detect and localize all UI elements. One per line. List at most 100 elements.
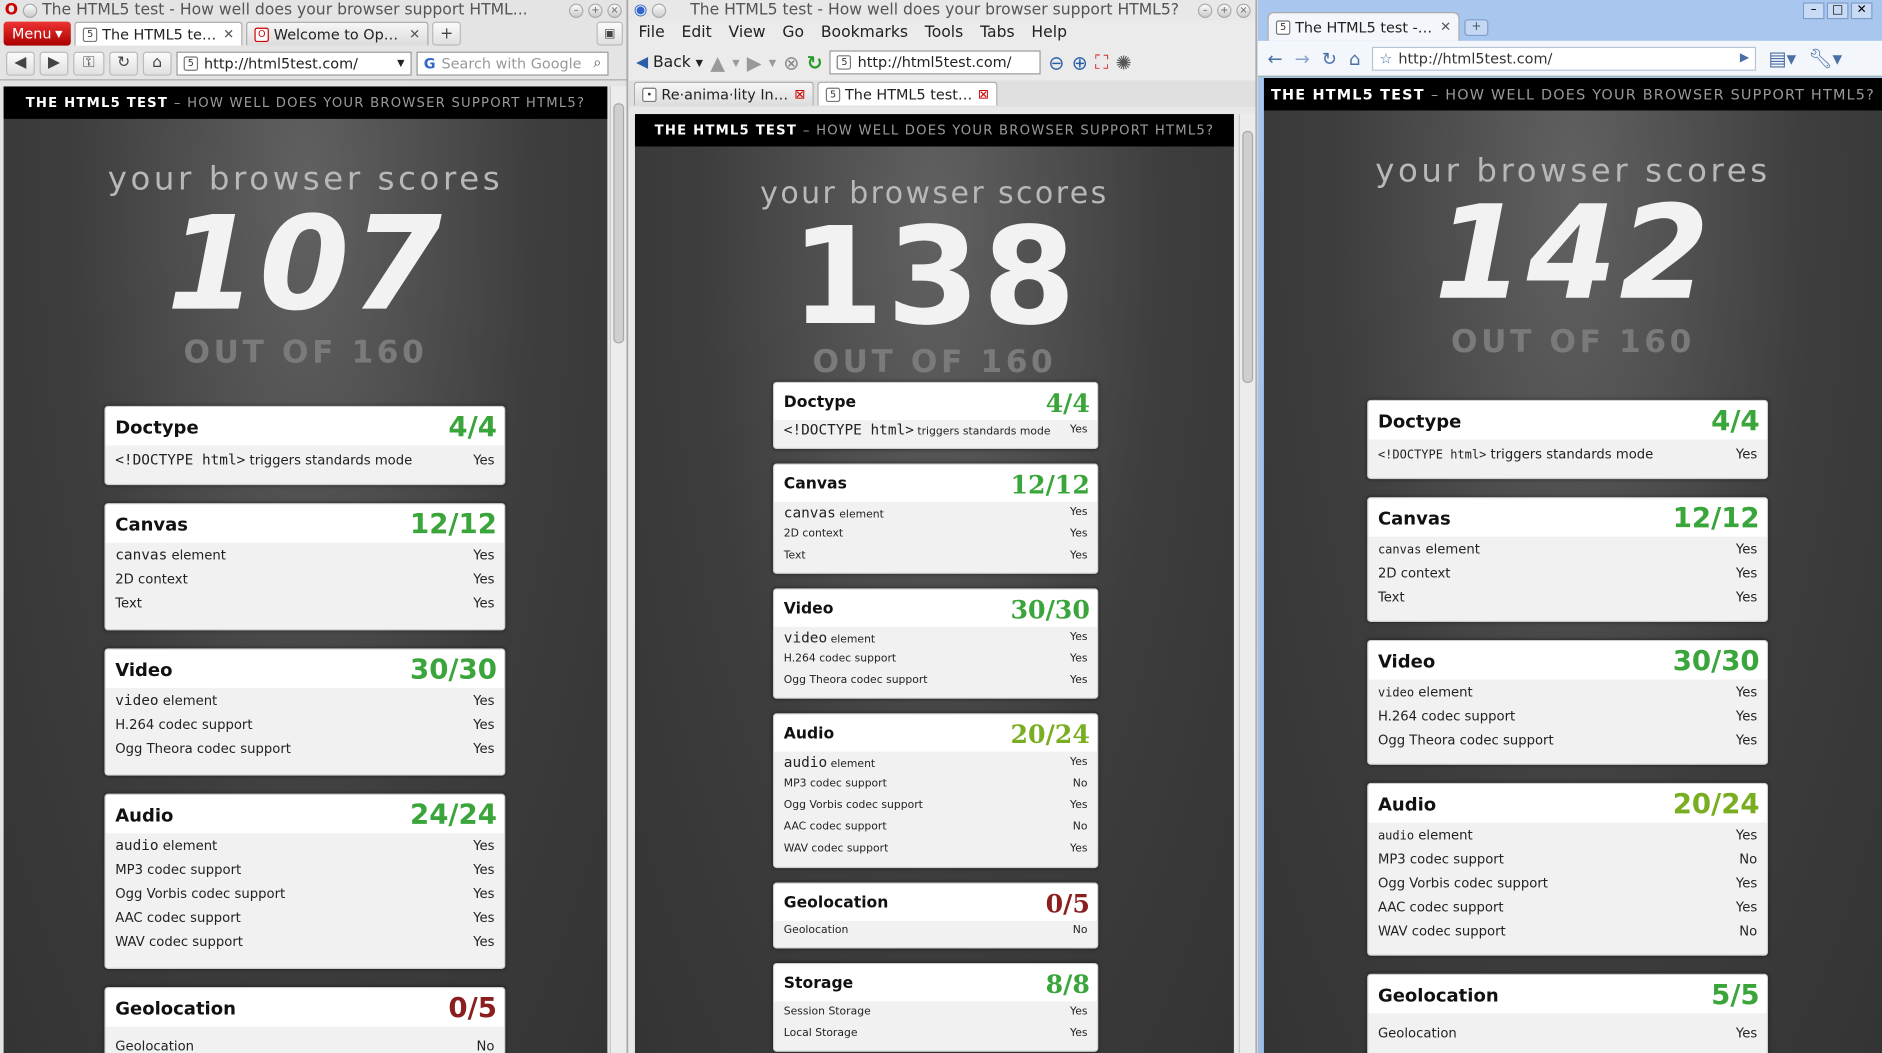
out-of-label: OUT OF 160 <box>1451 324 1695 361</box>
back-arrow-icon[interactable]: ← <box>1268 47 1283 69</box>
konqueror-results: Doctype 4/4 <!DOCTYPE html> triggers stan… <box>772 381 1099 1053</box>
opera-minimize-button[interactable]: – <box>568 3 584 18</box>
back-arrow-icon: ◀ <box>636 53 649 72</box>
konqueror-address-bar[interactable]: 5 http://html5test.com/ <box>829 50 1042 75</box>
opera-score: 107 <box>166 189 445 340</box>
scrollbar-thumb[interactable] <box>1242 130 1254 384</box>
menu-view[interactable]: View <box>729 23 766 41</box>
reload-icon[interactable]: ↻ <box>1322 47 1337 69</box>
category-audio: Audio 20/24 audio element Yes MP3 codec su… <box>1367 782 1769 956</box>
opera-window-title: The HTML5 test - How well does your brow… <box>42 1 528 20</box>
category-doctype: Doctype 4/4 <!DOCTYPE html> triggers stan… <box>1367 399 1769 480</box>
zoom-out-icon[interactable]: ⊖ <box>1048 51 1064 74</box>
konqueror-close-button[interactable]: × <box>1236 3 1251 18</box>
google-icon: G <box>423 54 436 72</box>
menu-file[interactable]: File <box>639 23 665 41</box>
wrench-icon[interactable]: 🔧︎▾ <box>1808 47 1842 70</box>
chevron-down-icon: ▼ <box>55 28 63 40</box>
opera-search-field[interactable]: G Search with Google ⌕ <box>416 51 609 76</box>
chevron-down-icon[interactable]: ▼ <box>397 58 404 69</box>
chevron-down-icon[interactable]: ▼ <box>769 57 776 68</box>
chrome-minimize-button[interactable]: – <box>1802 2 1825 20</box>
star-icon[interactable]: ☆ <box>1379 50 1392 67</box>
forward-arrow-icon[interactable]: ▶ <box>747 51 762 74</box>
konqueror-tab-html5test[interactable]: 5 The HTML5 test -... ⊠ <box>817 81 998 106</box>
back-button[interactable]: ◀ Back ▼ <box>636 53 703 71</box>
page-menu-icon[interactable]: ▤▾ <box>1768 47 1796 70</box>
category-geolocation: Geolocation 5/5 Geolocation Yes <box>1367 973 1769 1053</box>
konqueror-maximize-button[interactable]: + <box>1217 3 1232 18</box>
close-icon[interactable]: ⊠ <box>978 86 989 102</box>
konqueror-tab-reanimality[interactable]: •Re·anima·lity Inc. ...⊠ <box>633 81 814 106</box>
page-header: THE HTML5 TEST – HOW WELL DOES YOUR BROW… <box>3 86 608 119</box>
search-icon[interactable]: ⌕ <box>593 54 601 72</box>
opera-scrollbar[interactable] <box>609 86 627 1053</box>
close-icon[interactable]: ✕ <box>1440 19 1451 35</box>
menu-tools[interactable]: Tools <box>925 23 963 41</box>
chrome-omnibox[interactable]: ☆ http://html5test.com/▶ <box>1372 46 1757 71</box>
opera-tab-html5test[interactable]: 5The HTML5 test - ...✕ <box>74 21 243 46</box>
back-arrow-icon[interactable]: ◀ <box>6 51 35 76</box>
page-header: THE HTML5 TEST – HOW WELL DOES YOUR BROW… <box>1263 78 1882 111</box>
close-icon[interactable]: ⊠ <box>794 86 805 102</box>
chrome-window: 5The HTML5 test - Ho...✕ + – □ ✕ ← → ↻ ⌂… <box>1257 0 1882 1053</box>
menu-edit[interactable]: Edit <box>681 23 711 41</box>
chevron-down-icon[interactable]: ▼ <box>732 57 739 68</box>
konqueror-score: 138 <box>790 199 1079 356</box>
menu-go[interactable]: Go <box>782 23 804 41</box>
menu-help[interactable]: Help <box>1031 23 1067 41</box>
opera-close-button[interactable]: × <box>607 3 622 18</box>
home-icon[interactable]: ⌂ <box>142 51 172 76</box>
opera-window: O The HTML5 test - How well does your br… <box>0 0 628 1053</box>
category-video: Video 30/30 video element Yes H.264 codec … <box>1367 639 1769 765</box>
forward-arrow-icon[interactable]: ▶ <box>39 51 69 76</box>
chrome-tab-html5test[interactable]: 5The HTML5 test - Ho...✕ <box>1267 12 1460 41</box>
chrome-close-button[interactable]: ✕ <box>1850 2 1873 20</box>
html5-favicon-icon: 5 <box>837 55 852 70</box>
reload-icon[interactable]: ↻ <box>109 51 139 76</box>
konqueror-minimize-button[interactable]: – <box>1197 3 1213 18</box>
reload-icon[interactable]: ↻ <box>807 51 823 74</box>
menu-bookmarks[interactable]: Bookmarks <box>821 23 908 41</box>
close-icon[interactable]: ✕ <box>223 26 234 42</box>
chrome-page: THE HTML5 TEST – HOW WELL DOES YOUR BROW… <box>1263 78 1882 1053</box>
new-tab-button[interactable]: + <box>1464 19 1489 37</box>
key-icon[interactable]: ⚿ <box>73 51 105 76</box>
out-of-label: OUT OF 160 <box>183 334 428 372</box>
konqueror-scrollbar[interactable] <box>1238 114 1256 1053</box>
minimize-circle-icon[interactable] <box>652 3 667 18</box>
html5-favicon-icon: 5 <box>82 27 98 42</box>
chevron-down-icon[interactable]: ▼ <box>696 57 703 68</box>
new-tab-button[interactable]: + <box>432 21 462 46</box>
opera-titlebar: O The HTML5 test - How well does your br… <box>0 0 627 20</box>
konqueror-logo-icon: ◉ <box>633 1 648 20</box>
fullscreen-icon[interactable]: ⛶ <box>1095 50 1108 74</box>
zoom-in-icon[interactable]: ⊕ <box>1072 51 1088 74</box>
html5-favicon-icon: 5 <box>1275 19 1291 35</box>
forward-arrow-icon[interactable]: → <box>1295 47 1310 69</box>
opera-maximize-button[interactable]: + <box>588 3 603 18</box>
page-header: THE HTML5 TEST – HOW WELL DOES YOUR BROW… <box>634 114 1234 147</box>
stop-icon[interactable]: ⊗ <box>783 51 799 74</box>
trash-icon[interactable]: ▣ <box>596 21 623 46</box>
minimize-circle-icon[interactable] <box>22 3 38 18</box>
opera-tab-welcome[interactable]: O Welcome to Opera ✕ <box>246 21 429 46</box>
opera-menu-button[interactable]: Menu ▼ <box>3 21 71 46</box>
menu-tabs[interactable]: Tabs <box>980 23 1015 41</box>
category-doctype: Doctype 4/4 <!DOCTYPE html> triggers stan… <box>772 381 1099 450</box>
home-icon[interactable]: ⌂ <box>1349 47 1360 69</box>
scrollbar-thumb[interactable] <box>613 103 625 344</box>
konqueror-window-title: The HTML5 test - How well does your brow… <box>690 1 1180 20</box>
category-canvas: Canvas 12/12 canvas element Yes 2D context… <box>772 463 1099 574</box>
konqueror-window: ◉ The HTML5 test - How well does your br… <box>628 0 1257 1053</box>
html5-favicon-icon: 5 <box>825 87 841 102</box>
chrome-maximize-button[interactable]: □ <box>1826 2 1849 20</box>
konqueror-menubar: File Edit View Go Bookmarks Tools Tabs H… <box>628 20 1256 45</box>
chrome-results: Doctype 4/4 <!DOCTYPE html> triggers stan… <box>1367 399 1769 1053</box>
category-canvas: Canvas 12/12 canvas element Yes 2D context… <box>104 503 506 631</box>
close-icon[interactable]: ✕ <box>409 26 420 42</box>
up-arrow-icon[interactable]: ▲ <box>710 51 725 74</box>
opera-address-bar[interactable]: 5 http://html5test.com/▼ <box>176 51 412 76</box>
throbber-icon: ✺ <box>1115 51 1132 74</box>
go-arrow-icon[interactable]: ▶ <box>1740 52 1749 65</box>
